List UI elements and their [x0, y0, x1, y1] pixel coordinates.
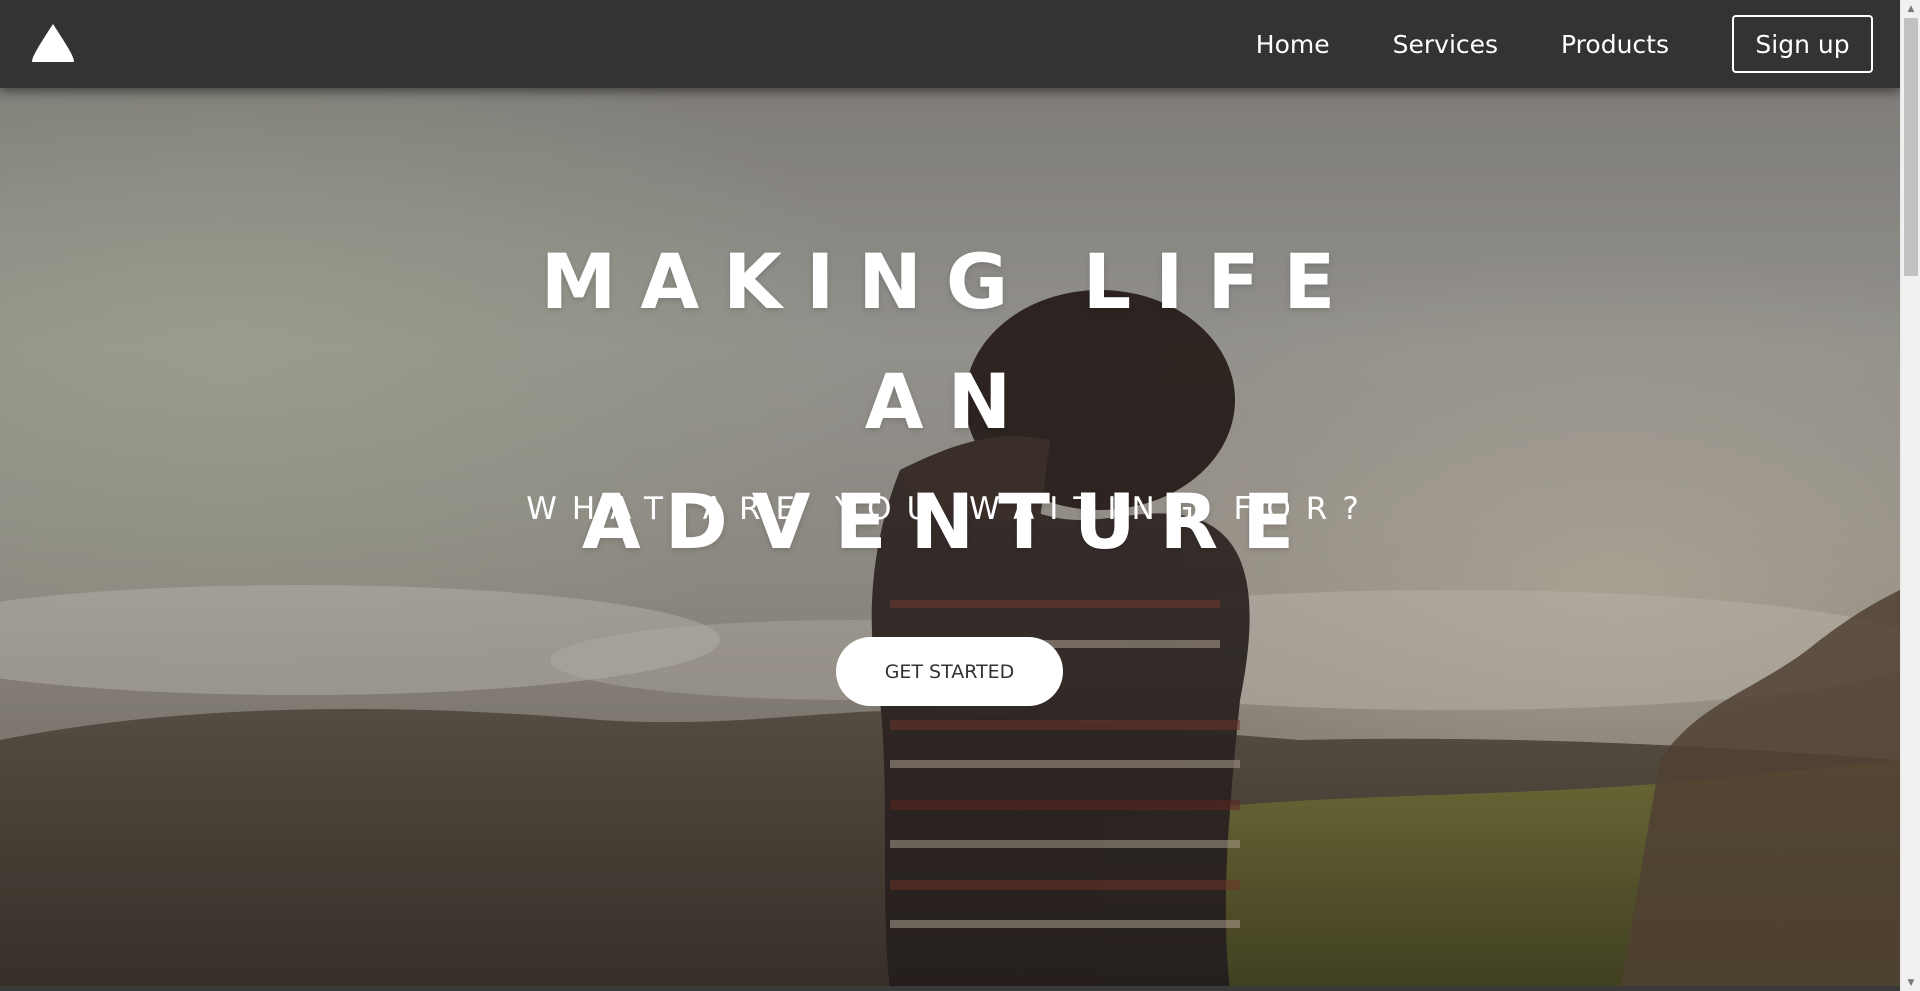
hero-subtitle: WHAT ARE YOU WAITING FOR? [526, 491, 1374, 527]
hero-content: MAKING LIFE AN ADVENTURE WHAT ARE YOU WAI… [0, 0, 1900, 991]
scroll-down-arrow-icon[interactable]: ▼ [1901, 974, 1920, 991]
nav-link-home[interactable]: Home [1256, 30, 1330, 59]
hero-section: MAKING LIFE AN ADVENTURE WHAT ARE YOU WAI… [0, 0, 1900, 991]
nav-links: Home Services Products Sign up [1256, 0, 1900, 88]
hero-title-line-1: MAKING LIFE AN [540, 237, 1360, 446]
hero-title: MAKING LIFE AN ADVENTURE [450, 222, 1450, 582]
vertical-scrollbar[interactable]: ▲ ▼ [1900, 0, 1920, 991]
navbar: Home Services Products Sign up [0, 0, 1900, 88]
mountain-peak-icon[interactable] [30, 22, 76, 64]
sign-up-button[interactable]: Sign up [1732, 15, 1873, 73]
nav-link-services[interactable]: Services [1393, 30, 1498, 59]
get-started-button[interactable]: GET STARTED [836, 637, 1063, 706]
scroll-up-arrow-icon[interactable]: ▲ [1901, 0, 1920, 17]
scrollbar-thumb[interactable] [1904, 18, 1918, 276]
page-bottom-edge [0, 986, 1900, 991]
nav-link-products[interactable]: Products [1561, 30, 1669, 59]
